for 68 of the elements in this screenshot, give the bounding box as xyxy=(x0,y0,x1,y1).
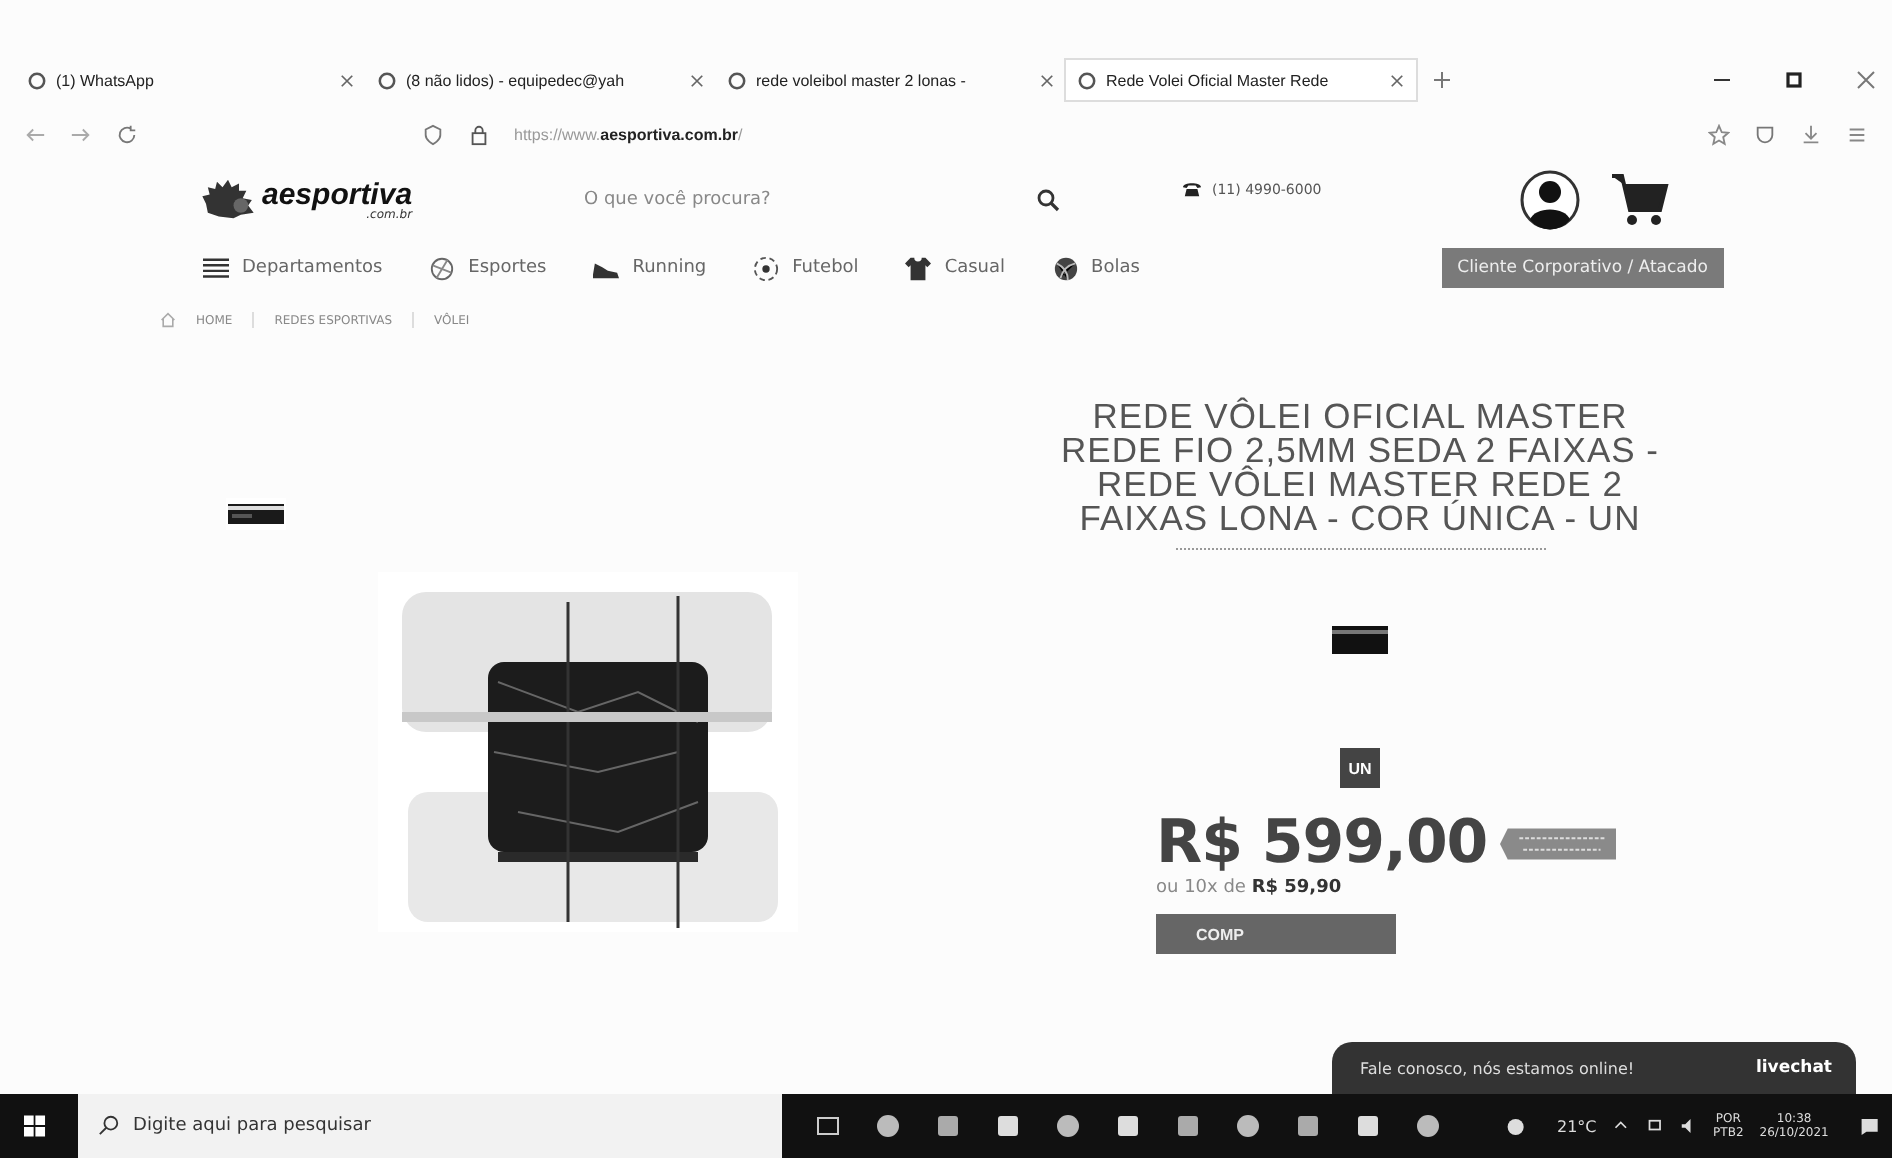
hedgehog-logo-icon xyxy=(200,178,256,222)
color-swatch[interactable] xyxy=(1332,626,1388,654)
star-icon[interactable] xyxy=(1708,123,1730,145)
close-icon[interactable] xyxy=(1040,73,1054,87)
user-icon[interactable] xyxy=(1520,170,1580,230)
download-icon[interactable] xyxy=(1800,123,1822,145)
taskbar-app-icon[interactable] xyxy=(873,1112,902,1140)
search-icon xyxy=(97,1114,120,1136)
task-view-icon[interactable] xyxy=(813,1112,842,1140)
nav-link[interactable]: Futebol xyxy=(750,255,859,281)
phone-icon xyxy=(1180,180,1204,198)
installments-text: ou 10x de R$ 59,90 xyxy=(1156,878,1342,898)
shirt-icon xyxy=(902,255,935,281)
browser-tab[interactable]: rede voleibol master 2 lonas - xyxy=(716,60,1066,100)
ball-icon xyxy=(1049,255,1082,281)
soccer-ball-icon xyxy=(750,255,783,281)
browser-tab[interactable]: (1) WhatsApp xyxy=(16,60,366,100)
pocket-icon[interactable] xyxy=(1754,123,1776,145)
product-title: REDE VÔLEI OFICIAL MASTER REDE FIO 2,5MM SEDA 2 FAIXAS - REDE VÔLEI MASTER REDE 2 FAIXAS LONA - COR ÚNICA - UN xyxy=(1059,400,1661,536)
close-icon[interactable] xyxy=(1390,73,1404,87)
lock-icon xyxy=(468,123,490,145)
taskbar-app-icon[interactable] xyxy=(1293,1112,1322,1140)
weather-text[interactable]: 21°C xyxy=(1556,1117,1597,1135)
taskbar-app-icon[interactable] xyxy=(1233,1112,1262,1140)
tab-icon xyxy=(728,71,746,89)
chat-brand: livechat xyxy=(1755,1058,1832,1078)
new-tab-icon[interactable] xyxy=(1432,70,1452,90)
tab-icon xyxy=(28,71,46,89)
close-icon[interactable] xyxy=(340,73,354,87)
browser-tab[interactable]: (8 não lidos) - equipedec@yah xyxy=(366,60,716,100)
address-field[interactable]: https://www.aesportiva.com.br/ xyxy=(514,125,743,143)
cart-icon[interactable] xyxy=(1610,170,1670,230)
corporate-button[interactable]: Cliente Corporativo / Atacado xyxy=(1441,248,1724,288)
nav-link[interactable]: Departamentos xyxy=(200,255,383,281)
menu-icon[interactable] xyxy=(1846,123,1868,145)
nav-link[interactable]: Bolas xyxy=(1049,255,1140,281)
buy-button[interactable]: COMP xyxy=(1156,914,1396,954)
taskbar-app-icon[interactable] xyxy=(1353,1112,1382,1140)
windows-start-icon[interactable] xyxy=(24,1114,46,1138)
price-tag-icon xyxy=(1499,827,1616,859)
chat-bar[interactable]: Fale conosco, nós estamos online! livechat xyxy=(1332,1042,1856,1094)
restore-icon[interactable] xyxy=(1784,70,1804,90)
taskbar-app-icon[interactable] xyxy=(993,1112,1022,1140)
product-price: R$ 599,00 xyxy=(1156,808,1488,878)
reload-icon[interactable] xyxy=(116,123,138,145)
close-icon[interactable] xyxy=(690,73,704,87)
taskbar-app-icon[interactable] xyxy=(1053,1112,1082,1140)
tab-icon xyxy=(378,71,396,89)
nav-link[interactable]: Casual xyxy=(902,255,1006,281)
taskbar-app-icon[interactable] xyxy=(1113,1112,1142,1140)
chat-message: Fale conosco, nós estamos online! xyxy=(1360,1059,1635,1077)
shield-icon xyxy=(422,123,444,145)
notification-icon[interactable] xyxy=(1860,1115,1880,1137)
search-icon[interactable] xyxy=(1036,188,1060,212)
close-icon[interactable] xyxy=(1856,70,1876,90)
taskbar-search-field[interactable]: Digite aqui para pesquisar xyxy=(77,1094,782,1158)
tab-icon xyxy=(1078,71,1096,89)
nav-link[interactable]: Running xyxy=(590,255,707,281)
home-icon xyxy=(160,312,176,328)
taskbar-app-icon[interactable] xyxy=(933,1112,962,1140)
logo-text[interactable]: aesportiva xyxy=(262,179,413,209)
size-option[interactable]: UN xyxy=(1340,748,1380,788)
taskbar-app-icon[interactable] xyxy=(1413,1112,1442,1140)
menu-icon xyxy=(200,255,232,281)
sports-icon xyxy=(426,255,459,281)
search-field[interactable]: O que você procura? xyxy=(580,188,1036,212)
nav-link[interactable]: Esportes xyxy=(426,255,547,281)
taskbar-app-icon[interactable] xyxy=(1173,1112,1202,1140)
